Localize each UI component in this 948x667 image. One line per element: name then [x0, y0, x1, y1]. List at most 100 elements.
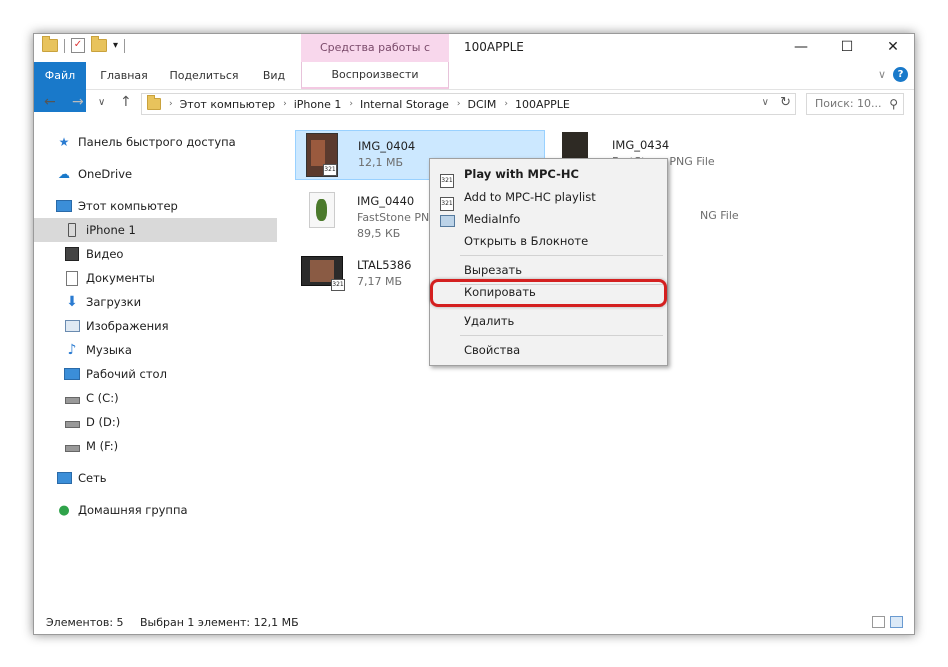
search-placeholder: Поиск: 10... [815, 97, 882, 110]
video-tools-tab[interactable]: Средства работы с видео [301, 34, 449, 82]
new-folder-icon[interactable] [91, 36, 107, 52]
breadcrumb-internal-storage[interactable]: Internal Storage [360, 98, 449, 111]
help-icon[interactable]: ? [893, 67, 908, 82]
nav-label: Музыка [86, 343, 132, 357]
breadcrumb-100apple[interactable]: 100APPLE [515, 98, 570, 111]
address-row: ← → ∨ ↑ › Этот компьютер › iPhone 1 › In… [34, 90, 914, 120]
tab-play-label: Воспроизвести [331, 68, 419, 81]
breadcrumb-this-pc[interactable]: Этот компьютер [180, 98, 276, 111]
file-type: NG File [700, 209, 739, 222]
menu-item-open-notepad[interactable]: Открыть в Блокноте [430, 230, 667, 252]
computer-icon [56, 199, 72, 213]
file-type: FastStone PNG [357, 211, 438, 224]
location-folder-icon [147, 95, 161, 110]
breadcrumb-separator-icon: › [283, 99, 287, 109]
nav-drive-d[interactable]: D (D:) [34, 410, 277, 434]
details-view-icon[interactable] [872, 616, 885, 628]
address-bar[interactable]: › Этот компьютер › iPhone 1 › Internal S… [141, 93, 796, 115]
file-size: 89,5 КБ [357, 227, 401, 240]
nav-label: Сеть [78, 471, 107, 485]
menu-item-delete[interactable]: Удалить [430, 310, 667, 332]
tab-share[interactable]: Поделиться [164, 62, 244, 89]
ribbon-expand-icon[interactable]: ∨ [878, 68, 886, 81]
file-name: IMG_0440 [357, 194, 415, 208]
nav-drive-m[interactable]: M (F:) [34, 434, 277, 458]
copy-highlight-marker [430, 279, 667, 307]
customize-toolbar-icon[interactable]: ▾ [113, 40, 118, 51]
nav-music[interactable]: ♪ Музыка [34, 338, 277, 362]
quick-access-toolbar: ✓ ▾ [42, 36, 126, 53]
menu-item-add-playlist[interactable]: 321 Add to MPC-HC playlist [430, 186, 667, 211]
selection-info: Выбран 1 элемент: 12,1 МБ [140, 616, 299, 629]
menu-item-mediainfo[interactable]: MediaInfo [430, 208, 667, 230]
address-dropdown-icon[interactable]: ∨ [762, 97, 769, 108]
nav-desktop[interactable]: Рабочий стол [34, 362, 277, 386]
back-icon[interactable]: ← [44, 94, 56, 110]
menu-item-label: Add to MPC-HC playlist [464, 190, 596, 204]
toolbar-divider [64, 38, 65, 53]
file-size: 7,17 МБ [357, 275, 403, 288]
search-icon: ⚲ [889, 97, 898, 111]
large-icons-view-icon[interactable] [890, 616, 903, 628]
nav-label: Домашняя группа [78, 503, 188, 517]
nav-pictures[interactable]: Изображения [34, 314, 277, 338]
nav-quick-access[interactable]: ★ Панель быстрого доступа [34, 130, 277, 154]
nav-label: OneDrive [78, 167, 133, 181]
menu-separator [460, 255, 663, 256]
homegroup-icon: ● [58, 502, 70, 518]
menu-item-label: MediaInfo [464, 212, 521, 226]
cloud-icon: ☁ [58, 167, 70, 181]
menu-item-cut[interactable]: Вырезать [430, 259, 667, 281]
download-icon: ⬇ [66, 294, 78, 310]
maximize-button[interactable]: ☐ [824, 34, 870, 60]
nav-downloads[interactable]: ⬇ Загрузки [34, 290, 277, 314]
menu-separator [460, 335, 663, 336]
phone-icon [64, 223, 80, 237]
file-name: LTAL5386 [357, 258, 412, 272]
breadcrumb-iphone[interactable]: iPhone 1 [294, 98, 342, 111]
toolbar-divider [124, 38, 126, 53]
nav-iphone[interactable]: iPhone 1 [34, 218, 277, 242]
refresh-icon[interactable]: ↻ [780, 95, 791, 110]
tab-play[interactable]: Воспроизвести [301, 62, 449, 89]
drive-icon [64, 415, 80, 429]
nav-documents[interactable]: Документы [34, 266, 277, 290]
drive-icon [64, 391, 80, 405]
nav-homegroup[interactable]: ● Домашняя группа [34, 498, 277, 522]
menu-item-label: Удалить [464, 314, 515, 328]
recent-locations-icon[interactable]: ∨ [98, 97, 105, 108]
properties-icon[interactable]: ✓ [71, 38, 85, 53]
close-button[interactable]: ✕ [870, 34, 914, 60]
video-icon [64, 247, 80, 261]
breadcrumb-separator-icon: › [169, 99, 173, 109]
item-count: Элементов: 5 [46, 616, 124, 629]
nav-video[interactable]: Видео [34, 242, 277, 266]
minimize-button[interactable]: — [778, 34, 824, 60]
nav-this-pc[interactable]: Этот компьютер [34, 194, 277, 218]
menu-item-play-mpc[interactable]: 321 Play with MPC-HC [430, 163, 667, 188]
nav-network[interactable]: Сеть [34, 466, 277, 490]
nav-label: Изображения [86, 319, 169, 333]
tab-home[interactable]: Главная [94, 62, 154, 89]
menu-item-label: Play with MPC-HC [464, 167, 579, 181]
up-icon[interactable]: ↑ [120, 94, 132, 110]
mpc-badge-icon: 321 [323, 164, 337, 176]
document-icon [64, 270, 80, 286]
file-name: IMG_0404 [358, 139, 416, 153]
file-name: IMG_0434 [612, 138, 670, 152]
file-size: 12,1 МБ [358, 156, 404, 169]
nav-label: Загрузки [86, 295, 142, 309]
nav-drive-c[interactable]: C (C:) [34, 386, 277, 410]
search-input[interactable]: Поиск: 10... ⚲ [806, 93, 904, 115]
nav-onedrive[interactable]: ☁ OneDrive [34, 162, 277, 186]
forward-icon[interactable]: → [72, 94, 84, 110]
title-bar: ✓ ▾ Средства работы с видео 100APPLE — ☐… [34, 34, 914, 82]
breadcrumb-dcim[interactable]: DCIM [468, 98, 497, 111]
video-thumbnail-icon: 321 [301, 256, 345, 291]
tab-view[interactable]: Вид [256, 62, 292, 89]
menu-item-properties[interactable]: Свойства [430, 339, 667, 361]
breadcrumb-separator-icon: › [456, 99, 461, 109]
window-title: 100APPLE [464, 40, 524, 54]
mpc-badge-icon: 321 [331, 279, 345, 291]
menu-item-label: Открыть в Блокноте [464, 234, 589, 248]
